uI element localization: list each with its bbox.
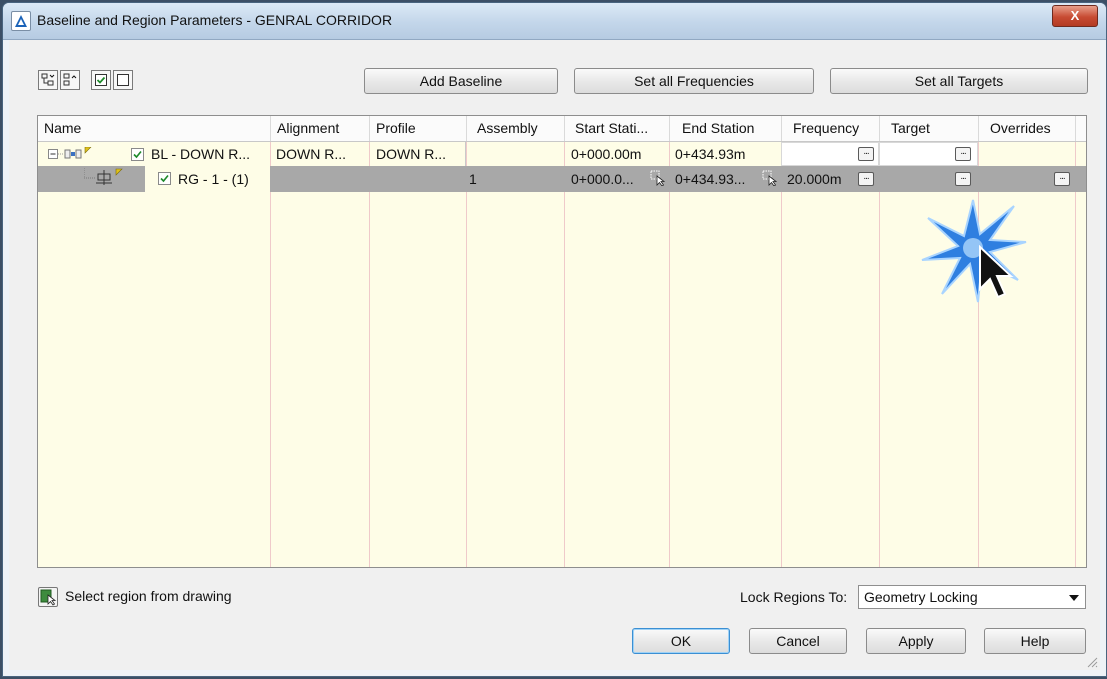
expand-tree-icon[interactable] xyxy=(60,70,80,90)
column-header-target[interactable]: Target xyxy=(880,116,979,141)
baseline-start-station: 0+000.00m xyxy=(571,146,642,162)
baseline-region-grid[interactable]: Name Alignment Profile Assembly Start St… xyxy=(37,115,1087,568)
baseline-frequency-ellipsis-button[interactable]: ... xyxy=(858,147,874,161)
pick-start-station-icon[interactable] xyxy=(650,170,666,186)
chevron-down-icon xyxy=(1069,595,1079,601)
select-region-button[interactable] xyxy=(38,587,58,607)
column-header-assembly[interactable]: Assembly xyxy=(467,116,565,141)
column-header-alignment[interactable]: Alignment xyxy=(271,116,370,141)
select-region-icon xyxy=(40,589,57,606)
lock-regions-dropdown[interactable]: Geometry Locking xyxy=(858,585,1086,609)
collapse-tree-icon[interactable] xyxy=(38,70,58,90)
table-row-baseline[interactable]: BL - DOWN R... DOWN R... DOWN R... 0+000… xyxy=(38,142,1086,166)
column-header-name[interactable]: Name xyxy=(38,116,271,141)
baseline-end-station: 0+434.93m xyxy=(675,146,746,162)
ok-button[interactable]: OK xyxy=(632,628,730,654)
region-checkbox[interactable] xyxy=(158,172,171,185)
column-header-frequency[interactable]: Frequency xyxy=(782,116,880,141)
close-button[interactable]: X xyxy=(1052,5,1098,27)
region-overrides-ellipsis-button[interactable]: ... xyxy=(1054,172,1070,186)
dialog-body: Add Baseline Set all Frequencies Set all… xyxy=(9,40,1100,670)
region-name: RG - 1 - (1) xyxy=(178,171,249,187)
title-bar[interactable]: Baseline and Region Parameters - GENRAL … xyxy=(3,3,1106,40)
mouse-pointer-icon xyxy=(979,245,1014,299)
lock-regions-value: Geometry Locking xyxy=(864,589,978,605)
column-header-end-station[interactable]: End Station xyxy=(670,116,782,141)
column-header-start-station[interactable]: Start Stati... xyxy=(565,116,670,141)
region-frequency[interactable]: 20.000m xyxy=(787,171,841,187)
region-frequency-ellipsis-button[interactable]: ... xyxy=(858,172,874,186)
region-target-ellipsis-button[interactable]: ... xyxy=(955,172,971,186)
help-button[interactable]: Help xyxy=(984,628,1086,654)
set-all-targets-button[interactable]: Set all Targets xyxy=(830,68,1088,94)
select-region-label: Select region from drawing xyxy=(65,588,232,604)
column-header-overrides[interactable]: Overrides xyxy=(979,116,1076,141)
baseline-alignment[interactable]: DOWN R... xyxy=(276,146,346,162)
dialog-window: Baseline and Region Parameters - GENRAL … xyxy=(2,2,1107,677)
add-baseline-button[interactable]: Add Baseline xyxy=(364,68,558,94)
region-end-station[interactable]: 0+434.93... xyxy=(675,171,745,187)
set-all-frequencies-button[interactable]: Set all Frequencies xyxy=(574,68,814,94)
autocad-app-icon xyxy=(11,11,31,31)
region-icon xyxy=(84,168,123,185)
baseline-name: BL - DOWN R... xyxy=(151,146,251,162)
apply-button[interactable]: Apply xyxy=(866,628,966,654)
cancel-button[interactable]: Cancel xyxy=(749,628,847,654)
pick-end-station-icon[interactable] xyxy=(762,170,778,186)
uncheck-all-icon[interactable] xyxy=(113,70,133,90)
lock-regions-label: Lock Regions To: xyxy=(740,589,848,605)
column-header-profile[interactable]: Profile xyxy=(370,116,467,141)
baseline-target-ellipsis-button[interactable]: ... xyxy=(955,147,971,161)
region-assembly[interactable]: 1 xyxy=(469,171,477,187)
table-row-region[interactable]: RG - 1 - (1) 1 0+000.0... 0+434.93... 20… xyxy=(38,166,1086,192)
resize-grip-icon[interactable] xyxy=(1086,656,1098,668)
grid-header: Name Alignment Profile Assembly Start St… xyxy=(38,116,1086,142)
baseline-checkbox[interactable] xyxy=(131,148,144,161)
tree-collapse-icon[interactable] xyxy=(48,147,128,161)
region-start-station[interactable]: 0+000.0... xyxy=(571,171,634,187)
check-all-icon[interactable] xyxy=(91,70,111,90)
window-title: Baseline and Region Parameters - GENRAL … xyxy=(37,12,393,28)
